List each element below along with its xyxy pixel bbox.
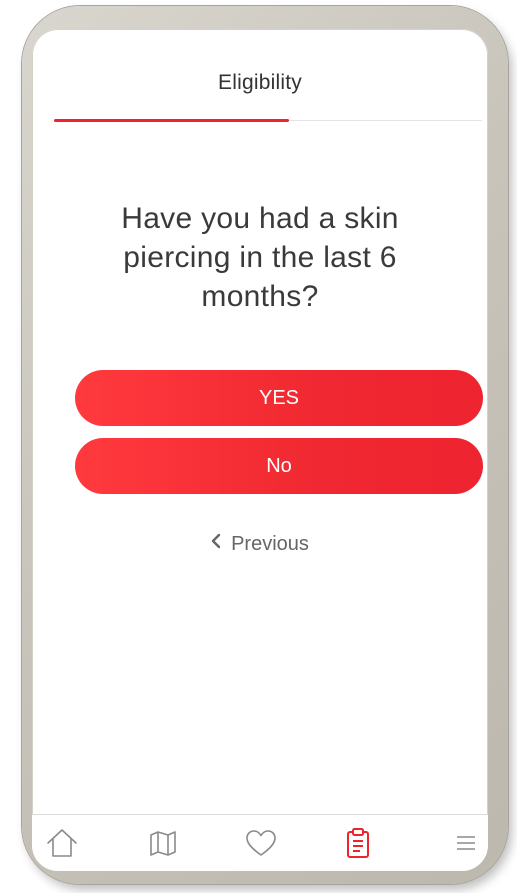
previous-link[interactable]: Previous — [32, 533, 488, 556]
progress-bar-fill — [54, 119, 290, 122]
no-button[interactable]: No — [75, 438, 483, 494]
header: Eligibility — [32, 29, 488, 122]
tab-home[interactable] — [32, 815, 92, 871]
menu-icon — [455, 833, 477, 853]
map-icon — [148, 830, 178, 856]
previous-label: Previous — [231, 533, 309, 555]
app-screen: Eligibility Have you had a skin piercing… — [32, 29, 488, 871]
tab-map[interactable] — [133, 815, 193, 871]
question-text: Have you had a skin piercing in the last… — [121, 202, 399, 313]
heart-icon — [245, 829, 277, 857]
tab-eligibility[interactable] — [328, 815, 388, 871]
progress-bar — [54, 119, 482, 122]
home-icon — [45, 828, 79, 858]
bottom-tab-bar — [32, 814, 488, 871]
chevron-left-icon — [211, 532, 221, 555]
page-title: Eligibility — [218, 71, 302, 94]
clipboard-icon — [345, 827, 371, 859]
tab-favorites[interactable] — [231, 815, 291, 871]
yes-button[interactable]: YES — [75, 370, 483, 426]
tab-menu[interactable] — [436, 815, 488, 871]
